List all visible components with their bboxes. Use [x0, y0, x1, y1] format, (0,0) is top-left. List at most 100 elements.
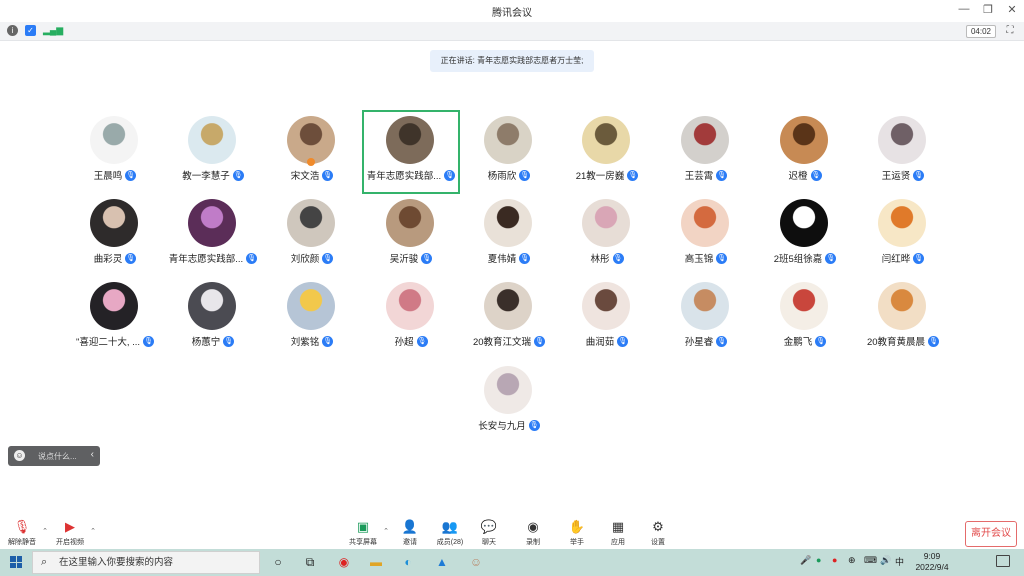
participant-tile[interactable]: 孙星睿 🎙 — [657, 276, 755, 360]
mic-status-icon: 🎙 — [617, 335, 629, 347]
participant-tile[interactable]: 曲润茹 🎙 — [558, 276, 656, 360]
record-button[interactable]: ◉ 录制 — [513, 517, 553, 547]
unmute-button[interactable]: 🎙 解除静音 ⌃ — [2, 517, 48, 547]
participant-name: 20教育黄晨晨 — [866, 337, 926, 348]
participant-tile[interactable]: 杨蕙宁 🎙 — [164, 276, 262, 360]
signal-icon[interactable]: ▂▄▆ — [43, 25, 63, 36]
mic-status-icon: 🎙 — [232, 169, 244, 181]
participant-name-row: 2班5组徐嘉 🎙 — [756, 251, 854, 265]
tencent-meeting-icon[interactable]: ▲ — [432, 553, 452, 572]
netease-tray-icon[interactable]: ● — [832, 555, 837, 565]
leave-meeting-button[interactable]: 离开会议 — [965, 521, 1017, 547]
participant-name-row: 刘紫铭 🎙 — [263, 334, 361, 348]
participant-tile[interactable]: 王晨鸣 🎙 — [66, 110, 164, 194]
mic-muted-icon: 🎙 — [13, 519, 31, 534]
restore-icon[interactable]: ❐ — [982, 3, 994, 16]
avatar — [582, 199, 630, 247]
participant-tile[interactable]: 2班5组徐嘉 🎙 — [756, 193, 854, 277]
avatar — [484, 282, 532, 330]
notification-icon[interactable] — [996, 555, 1010, 567]
ime-indicator[interactable]: 中 — [895, 555, 904, 568]
record-label: 录制 — [526, 539, 540, 546]
close-icon[interactable]: ✕ — [1006, 3, 1018, 16]
participant-tile[interactable]: 王芸霄 🎙 — [657, 110, 755, 194]
taskbar-search[interactable]: ⌕ 在这里输入你要搜索的内容 — [32, 551, 260, 574]
volume-icon[interactable]: 🔊 — [880, 555, 891, 566]
mic-tray-icon[interactable]: 🎤 — [800, 555, 811, 566]
unmute-caret-icon[interactable]: ⌃ — [42, 527, 48, 535]
file-explorer-icon[interactable]: ▬ — [366, 553, 386, 572]
cortana-icon[interactable]: ○ — [268, 553, 288, 572]
participant-name-row: 王晨鸣 🎙 — [66, 168, 164, 182]
participant-tile[interactable]: 长安与九月 🎙 — [460, 360, 558, 444]
participant-tile[interactable]: 金鹏飞 🎙 — [756, 276, 854, 360]
mic-status-icon: 🎙 — [612, 252, 624, 264]
emoji-icon[interactable]: ☺ — [14, 450, 25, 461]
participant-tile[interactable]: 教一李慧子 🎙 — [164, 110, 262, 194]
edge-icon[interactable]: ◐ — [398, 553, 418, 572]
share-caret-icon[interactable]: ⌃ — [383, 527, 389, 535]
raise-hand-button[interactable]: ✋ 举手 — [557, 517, 597, 547]
taskbar-clock[interactable]: 9:09 2022/9/4 — [908, 551, 956, 573]
participant-tile[interactable]: 20教育江文瑞 🎙 — [460, 276, 558, 360]
invite-button[interactable]: 👤 邀请 — [390, 517, 430, 547]
mic-status-icon: 🎙 — [322, 335, 334, 347]
participant-name-row: 孙超 🎙 — [362, 334, 460, 348]
keyboard-icon[interactable]: ⌨ — [864, 555, 877, 566]
start-video-button[interactable]: ▶ 开启视频 ⌃ — [50, 517, 96, 547]
participant-tile[interactable]: 高玉锦 🎙 — [657, 193, 755, 277]
wechat-tray-icon[interactable]: ● — [816, 555, 821, 565]
participant-name: 杨雨欣 — [487, 171, 517, 182]
avatar — [484, 116, 532, 164]
apps-button[interactable]: ▦ 应用 — [598, 517, 638, 547]
participant-tile[interactable]: 青年志愿实践部... 🎙 — [164, 193, 262, 277]
participant-tile[interactable]: 杨雨欣 🎙 — [460, 110, 558, 194]
avatar — [90, 282, 138, 330]
participant-tile[interactable]: 刘紫铭 🎙 — [263, 276, 361, 360]
chat-input-pill[interactable]: ☺ 说点什么... ‹ — [8, 446, 100, 466]
info-icon[interactable]: i — [7, 25, 18, 36]
participant-tile[interactable]: 刘欣颜 🎙 — [263, 193, 361, 277]
participant-tile[interactable]: 孙超 🎙 — [362, 276, 460, 360]
participant-name-row: 青年志愿实践部... 🎙 — [164, 251, 262, 265]
participant-tile[interactable]: 21教一房巍 🎙 — [558, 110, 656, 194]
participant-tile[interactable]: 迟橙 🎙 — [756, 110, 854, 194]
meeting-toolbar: 🎙 解除静音 ⌃ ▶ 开启视频 ⌃ ▣ 共享屏幕 ⌃ 👤 邀请 👥 成员(28)… — [0, 517, 1024, 549]
task-view-icon[interactable]: ⧉ — [300, 553, 320, 572]
video-caret-icon[interactable]: ⌃ — [90, 527, 96, 535]
participant-tile[interactable]: 王运贤 🎙 — [854, 110, 952, 194]
mic-status-icon: 🎙 — [322, 169, 334, 181]
meeting-timer: 04:02 — [966, 25, 996, 38]
participant-name-row: 教一李慧子 🎙 — [164, 168, 262, 182]
shield-icon[interactable]: ✓ — [25, 25, 36, 36]
collapse-chevron-icon[interactable]: ‹ — [91, 449, 94, 460]
participant-tile[interactable]: 吴沂骏 🎙 — [362, 193, 460, 277]
participant-name-row: 曲润茹 🎙 — [558, 334, 656, 348]
members-button[interactable]: 👥 成员(28) — [430, 517, 470, 547]
avatar — [878, 116, 926, 164]
minimize-icon[interactable]: — — [958, 3, 970, 16]
netease-music-icon[interactable]: ◉ — [334, 553, 354, 572]
participant-name: 高玉锦 — [684, 254, 714, 265]
participant-tile[interactable]: 林彤 🎙 — [558, 193, 656, 277]
mic-status-icon: 🎙 — [627, 169, 639, 181]
participant-tile[interactable]: 夏伟婧 🎙 — [460, 193, 558, 277]
mic-status-icon: 🎙 — [322, 252, 334, 264]
participant-tile[interactable]: 宋文浩 🎙 — [263, 110, 361, 194]
app-avatar-icon[interactable]: ☺ — [466, 553, 486, 572]
participant-name-row: 曲彩灵 🎙 — [66, 251, 164, 265]
participant-grid: 王晨鸣 🎙 教一李慧子 🎙 宋文浩 🎙 青年志愿实践部... 🎙 杨雨欣 🎙 21教一房巍 🎙 王芸霄 🎙… — [0, 0, 1024, 576]
participant-tile[interactable]: "喜迎二十大, ... 🎙 — [66, 276, 164, 360]
clock-time: 9:09 — [923, 551, 941, 561]
participant-tile[interactable]: 青年志愿实践部... 🎙 — [362, 110, 460, 194]
participant-tile[interactable]: 闫红晔 🎙 — [854, 193, 952, 277]
windows-start-icon[interactable] — [10, 556, 22, 568]
network-icon[interactable]: ⊕ — [848, 555, 856, 566]
fullscreen-icon[interactable]: ⛶ — [1004, 25, 1016, 37]
participant-name-row: 20教育黄晨晨 🎙 — [854, 334, 952, 348]
settings-button[interactable]: ⚙ 设置 — [638, 517, 678, 547]
participant-tile[interactable]: 曲彩灵 🎙 — [66, 193, 164, 277]
participant-tile[interactable]: 20教育黄晨晨 🎙 — [854, 276, 952, 360]
share-screen-button[interactable]: ▣ 共享屏幕 ⌃ — [343, 517, 389, 547]
chat-button[interactable]: 💬 聊天 — [469, 517, 509, 547]
